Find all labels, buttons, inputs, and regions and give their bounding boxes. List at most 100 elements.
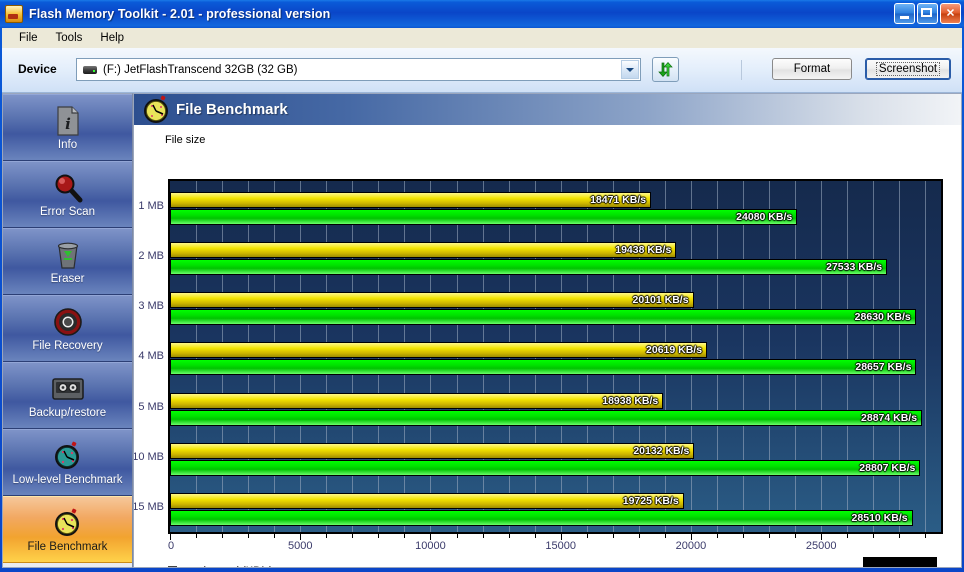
chart-x-tick-label: 5000 bbox=[287, 540, 313, 552]
chart-x-tick bbox=[508, 534, 510, 538]
menu-item-tools[interactable]: Tools bbox=[47, 30, 92, 46]
sidebar-item-error-scan[interactable]: Error Scan bbox=[3, 161, 132, 228]
chart-x-tick bbox=[222, 534, 224, 538]
svg-text:i: i bbox=[65, 115, 71, 133]
sidebar-item-label: File Recovery bbox=[32, 340, 103, 352]
chart-y-tick-label: 2 MB bbox=[138, 250, 164, 263]
chart-x-tick-label: 15000 bbox=[545, 540, 576, 552]
chart-bar-value: 20132 KB/s bbox=[633, 444, 690, 457]
sidebar-item-info[interactable]: i Info bbox=[3, 94, 132, 161]
sidebar-item-backup-restore[interactable]: Backup/restore bbox=[3, 362, 132, 429]
chart-bar-write: 18938 KB/s bbox=[170, 392, 664, 409]
chart-x-tick bbox=[482, 534, 484, 538]
chart-bar-group: 19725 KB/s 28510 KB/s bbox=[170, 482, 941, 532]
sidebar-item-label: Eraser bbox=[50, 273, 85, 285]
sidebar-item-file-recovery[interactable]: File Recovery bbox=[3, 295, 132, 362]
refresh-button[interactable] bbox=[652, 57, 679, 82]
chart-x-tick bbox=[716, 534, 718, 538]
window-title: Flash Memory Toolkit - 2.01 - profession… bbox=[29, 7, 331, 21]
sidebar-item-label: Info bbox=[57, 139, 78, 151]
chart-bar-read: 28874 KB/s bbox=[170, 409, 923, 426]
flash-drive-icon bbox=[5, 5, 23, 23]
chart-x-tick bbox=[873, 534, 875, 538]
maximize-button[interactable] bbox=[917, 3, 938, 24]
window-controls: ✕ bbox=[894, 3, 961, 24]
chart-bar-value: 20619 KB/s bbox=[646, 344, 703, 357]
chart-bar-value: 18938 KB/s bbox=[602, 394, 659, 407]
chart-x-tick-label: 10000 bbox=[415, 540, 446, 552]
chart-x-tick bbox=[899, 534, 901, 538]
chart-bar-value: 24080 KB/s bbox=[736, 211, 793, 224]
sidebar-item-eraser[interactable]: Eraser bbox=[3, 228, 132, 295]
chart-x-tick bbox=[743, 534, 745, 538]
chart-x-tick bbox=[847, 534, 849, 538]
chart-legend: read speed (KB/s)write speed (KB/s) bbox=[168, 563, 274, 568]
stopwatch-yellow-icon bbox=[142, 95, 172, 125]
chart-bar-group: 20101 KB/s 28630 KB/s bbox=[170, 281, 941, 331]
chart-bar-group: 20619 KB/s 28657 KB/s bbox=[170, 331, 941, 381]
chart-bar-value: 27533 KB/s bbox=[826, 261, 883, 274]
chart-x-tick bbox=[925, 534, 927, 538]
chart-x-tick bbox=[326, 534, 328, 538]
chart-bar-value: 20101 KB/s bbox=[632, 294, 689, 307]
close-button[interactable]: ✕ bbox=[940, 3, 961, 24]
chart-x-tick bbox=[274, 534, 276, 538]
benchmark-chart: File size 1 MB 2 MB 3 MB 4 MB 5 MB 10 MB 15 MB… bbox=[134, 125, 961, 567]
chart-legend-swatch bbox=[168, 566, 177, 567]
redaction-block bbox=[863, 557, 937, 567]
format-button[interactable]: Format bbox=[772, 58, 852, 80]
screenshot-button[interactable]: Screenshot bbox=[865, 58, 951, 80]
title-bar: Flash Memory Toolkit - 2.01 - profession… bbox=[0, 0, 964, 28]
magnifier-icon bbox=[53, 171, 83, 205]
chart-bar-value: 28630 KB/s bbox=[854, 311, 911, 324]
chart-legend-label: read speed (KB/s) bbox=[184, 565, 273, 568]
chart-x-tick bbox=[769, 534, 771, 538]
chart-bar-group: 20132 KB/s 28807 KB/s bbox=[170, 432, 941, 482]
menu-item-help[interactable]: Help bbox=[91, 30, 133, 46]
chart-y-tick-label: 4 MB bbox=[138, 350, 164, 363]
toolbar-separator bbox=[741, 60, 742, 80]
chart-bar-write: 19438 KB/s bbox=[170, 242, 677, 259]
device-toolbar: Device (F:) JetFlashTranscend 32GB (32 G… bbox=[2, 48, 962, 93]
chart-bar-read: 28657 KB/s bbox=[170, 359, 917, 376]
panel-title: File Benchmark bbox=[176, 101, 288, 118]
chart-y-tick-label: 3 MB bbox=[138, 300, 164, 313]
format-button-label: Format bbox=[793, 63, 831, 75]
sidebar-item-file-benchmark[interactable]: File Benchmark bbox=[3, 496, 132, 563]
chart-bar-group: 18471 KB/s 24080 KB/s bbox=[170, 181, 941, 231]
chevron-down-icon[interactable] bbox=[621, 60, 639, 79]
sidebar-item-label: Error Scan bbox=[40, 206, 95, 218]
device-select[interactable]: (F:) JetFlashTranscend 32GB (32 GB) bbox=[76, 58, 641, 81]
chart-bar-group: 19438 KB/s 27533 KB/s bbox=[170, 231, 941, 281]
chart-bar-read: 24080 KB/s bbox=[170, 209, 798, 226]
chart-bar-value: 18471 KB/s bbox=[590, 194, 647, 207]
lifebuoy-icon bbox=[53, 305, 83, 339]
chart-bar-value: 28657 KB/s bbox=[855, 361, 912, 374]
chart-x-tick bbox=[638, 534, 640, 538]
info-document-icon: i bbox=[55, 104, 81, 138]
menu-bar: File Tools Help bbox=[2, 28, 962, 48]
chart-x-tick bbox=[795, 534, 797, 538]
menu-item-file[interactable]: File bbox=[10, 30, 47, 46]
chart-bar-value: 28807 KB/s bbox=[859, 461, 916, 474]
sidebar-item-low-level-benchmark[interactable]: Low-level Benchmark bbox=[3, 429, 132, 496]
chart-x-axis: 0 5000 10000 15000 20000 25000 bbox=[168, 534, 943, 556]
chart-x-tick bbox=[248, 534, 250, 538]
chart-x-tick bbox=[664, 534, 666, 538]
chart-x-tick-label: 0 bbox=[168, 540, 175, 552]
chart-x-tick bbox=[404, 534, 406, 538]
chart-y-tick-label: 5 MB bbox=[138, 400, 164, 413]
panel-header: File Benchmark bbox=[134, 94, 961, 125]
chart-y-tick-label: 15 MB bbox=[133, 500, 164, 513]
chart-bar-value: 28874 KB/s bbox=[861, 411, 918, 424]
stopwatch-yellow-icon bbox=[53, 506, 83, 540]
chart-bar-value: 19438 KB/s bbox=[615, 244, 672, 257]
chart-bar-write: 18471 KB/s bbox=[170, 192, 652, 209]
close-icon: ✕ bbox=[945, 7, 956, 19]
chart-plot-area: 18471 KB/s 24080 KB/s 19438 KB/s 27533 KB/s… bbox=[168, 179, 943, 534]
chart-bar-group: 18938 KB/s 28874 KB/s bbox=[170, 382, 941, 432]
chart-bar-read: 27533 KB/s bbox=[170, 259, 888, 276]
chart-bar-write: 20132 KB/s bbox=[170, 442, 695, 459]
minimize-button[interactable] bbox=[894, 3, 915, 24]
chart-x-tick bbox=[534, 534, 536, 538]
